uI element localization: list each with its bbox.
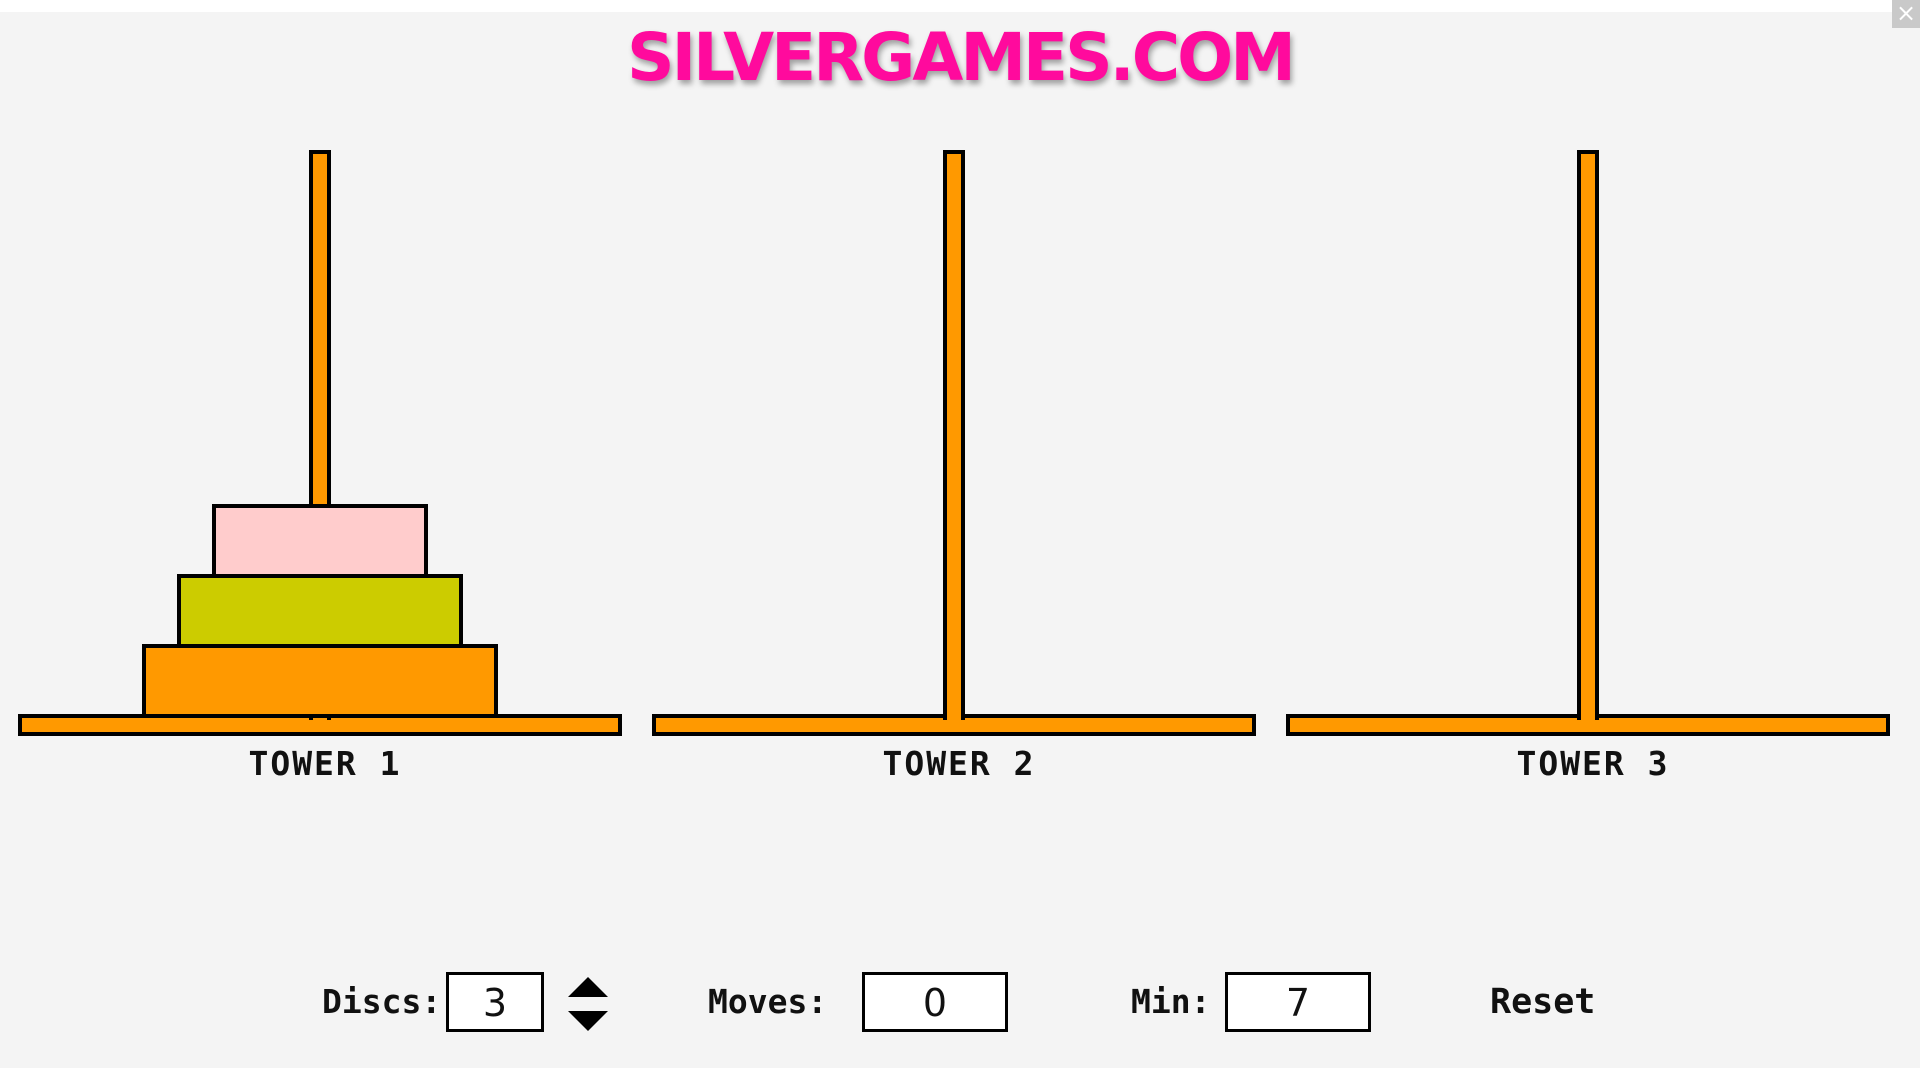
min-label: Min: [1131,982,1211,1021]
reset-button[interactable]: Reset [1490,982,1595,1022]
game-board [18,150,1890,736]
tower-3-label: TOWER 3 [1516,744,1670,783]
disc-3[interactable] [142,644,498,718]
game-area [0,12,1920,1068]
moves-count-field: 0 [862,972,1008,1032]
discs-count-field: 3 [446,972,544,1032]
tower-2-peg[interactable] [943,150,965,720]
discs-label: Discs: [322,982,442,1021]
triangle-down-icon[interactable] [568,1011,608,1031]
triangle-up-icon[interactable] [568,977,608,997]
min-moves-field: 7 [1225,972,1371,1032]
tower-3-joint [1581,715,1595,721]
disc-2[interactable] [177,574,463,648]
site-logo: SILVERGAMES.COM [627,19,1296,96]
tower-1-label: TOWER 1 [248,744,402,783]
tower-3-peg[interactable] [1577,150,1599,720]
tower-2-label: TOWER 2 [882,744,1036,783]
close-icon[interactable]: × [1892,0,1920,28]
disc-1[interactable] [212,504,428,578]
tower-2-joint [947,715,961,721]
moves-label: Moves: [708,982,828,1021]
